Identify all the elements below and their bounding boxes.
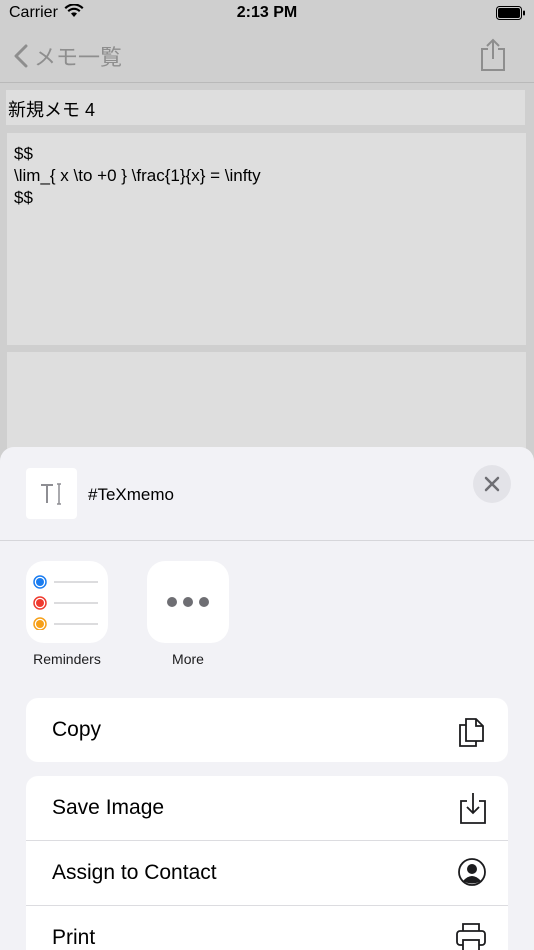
text-document-icon <box>26 468 77 519</box>
save-image-icon <box>458 791 488 831</box>
app-tile-more[interactable]: More <box>147 561 229 667</box>
action-group-more: Save Image Assign to Contact Print <box>26 776 508 950</box>
back-label: メモ一覧 <box>34 45 123 70</box>
memo-body-line: $$ <box>14 144 33 163</box>
memo-title-field[interactable]: 新規メモ 4 <box>6 90 525 125</box>
action-label: Save Image <box>52 796 165 819</box>
memo-body-line: $$ <box>14 188 33 207</box>
action-label: Print <box>52 926 96 949</box>
back-button[interactable]: メモ一覧 <box>14 40 122 72</box>
status-bar: Carrier 2:13 PM <box>0 0 534 28</box>
print-action[interactable]: Print <box>26 905 508 950</box>
tex-preview-area <box>7 352 526 452</box>
share-sheet-title: #TeXmemo <box>88 485 174 504</box>
action-group-copy: Copy <box>26 698 508 762</box>
share-icon <box>481 38 505 71</box>
assign-to-contact-action[interactable]: Assign to Contact <box>26 840 508 905</box>
close-button[interactable] <box>473 465 511 503</box>
print-icon <box>454 921 488 950</box>
more-icon <box>147 561 229 643</box>
app-label: Reminders <box>33 651 101 667</box>
contact-icon <box>456 856 488 894</box>
copy-icon <box>456 713 488 753</box>
app-label: More <box>172 651 204 667</box>
share-sheet: #TeXmemo Reminders More Copy Save Image … <box>0 447 534 950</box>
copy-action[interactable]: Copy <box>26 698 508 762</box>
battery-icon <box>496 6 526 25</box>
share-sheet-header: #TeXmemo <box>0 447 534 541</box>
memo-body-line: \lim_{ x \to +0 } \frac{1}{x} = \infty <box>14 166 261 185</box>
app-tile-reminders[interactable]: Reminders <box>26 561 108 667</box>
reminders-icon <box>26 561 108 643</box>
close-icon <box>484 476 500 492</box>
chevron-left-icon <box>14 44 28 68</box>
memo-body-editor[interactable]: $$ \lim_{ x \to +0 } \frac{1}{x} = \inft… <box>7 133 526 345</box>
save-image-action[interactable]: Save Image <box>26 776 508 840</box>
action-label: Copy <box>52 718 102 741</box>
navigation-bar: メモ一覧 <box>0 28 534 83</box>
share-button[interactable] <box>478 38 508 77</box>
action-label: Assign to Contact <box>52 861 217 884</box>
clock: 2:13 PM <box>236 4 298 21</box>
